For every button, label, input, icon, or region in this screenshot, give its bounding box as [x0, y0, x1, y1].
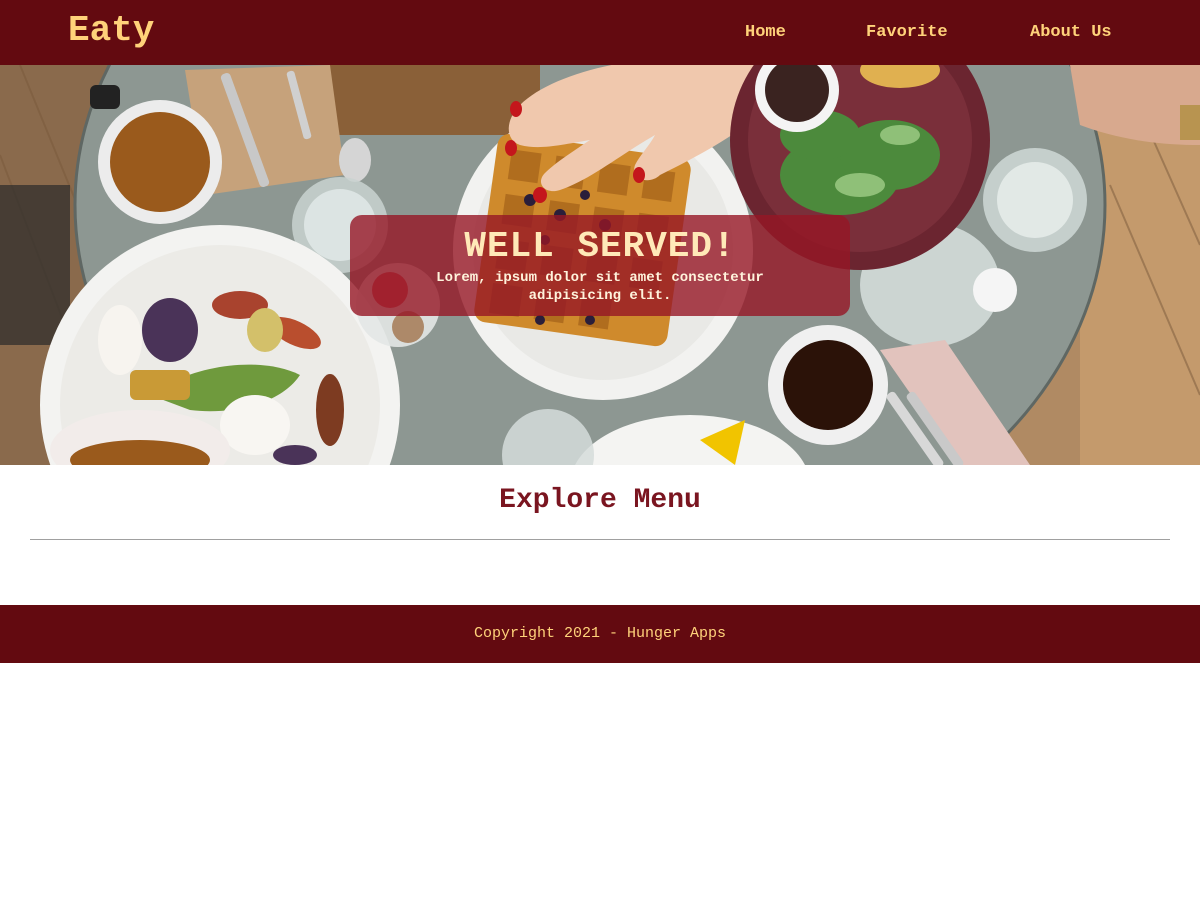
hero-section: WELL SERVED! Lorem, ipsum dolor sit amet…: [0, 65, 1200, 465]
brand-logo[interactable]: Eaty: [68, 11, 154, 51]
nav-link-favorite[interactable]: Favorite: [866, 0, 966, 65]
hero-title: WELL SERVED!: [464, 226, 736, 267]
nav-link-home[interactable]: Home: [745, 0, 805, 65]
app-bar: Eaty Home Favorite About Us: [0, 0, 1200, 65]
footer: Copyright 2021 - Hunger Apps: [0, 605, 1200, 663]
explore-menu-title: Explore Menu: [499, 485, 701, 516]
hero-banner: WELL SERVED! Lorem, ipsum dolor sit amet…: [350, 215, 850, 316]
footer-copyright: Copyright 2021 - Hunger Apps: [473, 625, 727, 642]
section-divider: [30, 539, 1170, 540]
hero-subtitle: Lorem, ipsum dolor sit amet consectetur …: [436, 270, 764, 304]
nav-link-about-us[interactable]: About Us: [1030, 0, 1140, 65]
